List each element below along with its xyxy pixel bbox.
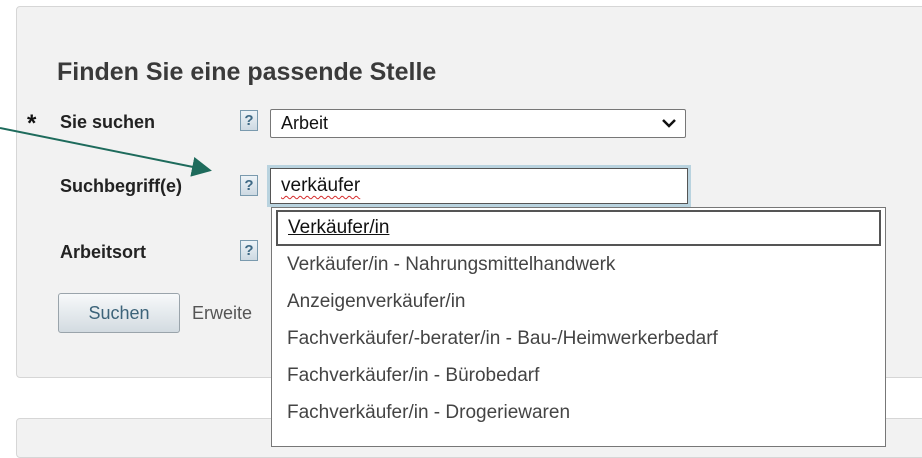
annotation-arrow-icon <box>0 127 212 177</box>
